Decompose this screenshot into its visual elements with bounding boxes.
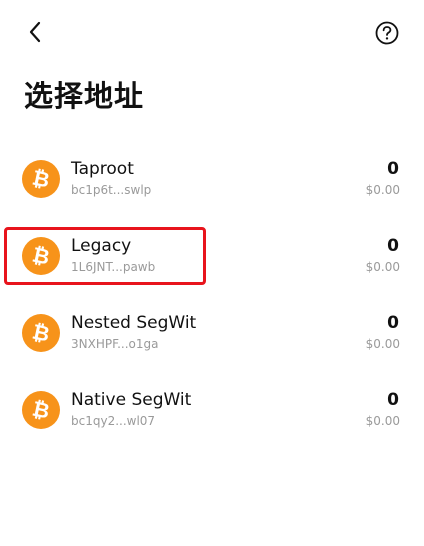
address-fiat-value: $0.00	[365, 414, 400, 428]
address-balance: 0	[387, 159, 399, 179]
address-item-native-segwit[interactable]: ₿ Native SegWit bc1qy2...wl07 0 $0.00	[0, 373, 424, 450]
bitcoin-icon: ₿	[22, 237, 60, 275]
bitcoin-icon: ₿	[22, 160, 60, 198]
address-list: ₿ Taproot bc1p6t...swlp 0 $0.00 ₿ Legacy…	[0, 142, 424, 450]
address-fiat-value: $0.00	[365, 337, 400, 351]
address-item-nested-segwit[interactable]: ₿ Nested SegWit 3NXHPF...o1ga 0 $0.00	[0, 296, 424, 373]
address-balance: 0	[387, 236, 399, 256]
address-item-legacy[interactable]: ₿ Legacy 1L6JNT...pawb 0 $0.00	[0, 219, 424, 296]
chevron-left-icon	[29, 21, 41, 43]
address-type-label: Legacy	[71, 236, 132, 256]
bitcoin-icon: ₿	[22, 391, 60, 429]
page-title: 选择地址	[24, 79, 145, 113]
address-balance: 0	[387, 390, 399, 410]
address-fiat-value: $0.00	[365, 183, 400, 197]
address-type-label: Nested SegWit	[71, 313, 197, 333]
bitcoin-icon: ₿	[22, 314, 60, 352]
address-fiat-value: $0.00	[365, 260, 400, 274]
question-circle-icon	[375, 21, 399, 45]
help-button[interactable]	[372, 18, 402, 48]
top-bar	[0, 0, 424, 64]
address-short: bc1p6t...swlp	[71, 183, 152, 197]
back-button[interactable]	[20, 16, 52, 48]
address-short: 3NXHPF...o1ga	[71, 337, 159, 351]
address-item-taproot[interactable]: ₿ Taproot bc1p6t...swlp 0 $0.00	[0, 142, 424, 219]
address-type-label: Taproot	[71, 159, 134, 179]
address-short: bc1qy2...wl07	[71, 414, 156, 428]
address-short: 1L6JNT...pawb	[71, 260, 156, 274]
address-type-label: Native SegWit	[71, 390, 192, 410]
address-balance: 0	[387, 313, 399, 333]
